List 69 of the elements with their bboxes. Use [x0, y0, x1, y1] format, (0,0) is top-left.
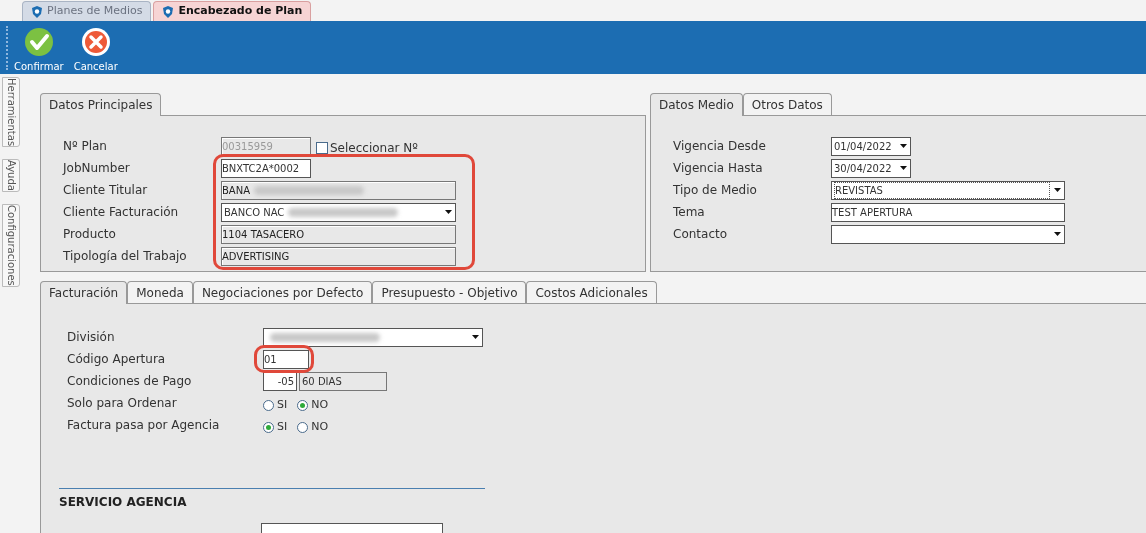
field-value: TEST APERTURA: [832, 205, 913, 220]
field-value: REVISTAS: [835, 183, 883, 198]
field-label: Vigencia Hasta: [673, 160, 764, 177]
dropdown[interactable]: REVISTAS: [831, 180, 1065, 200]
shield-icon: [162, 5, 175, 18]
close-icon: [80, 27, 111, 57]
field-label: Producto: [63, 226, 117, 243]
field-value: BANCO NAC: [224, 205, 285, 220]
tab[interactable]: Datos Principales: [40, 93, 162, 116]
field-label: Condiciones de Pago: [67, 373, 193, 390]
date-dropdown[interactable]: 01/04/2022: [831, 136, 911, 156]
input-field[interactable]: [261, 523, 443, 533]
field-label: División: [67, 329, 116, 346]
field-label: Tipo de Medio: [673, 182, 758, 199]
tab[interactable]: Negociaciones por Defecto: [192, 281, 373, 303]
confirm-button[interactable]: Confirmar: [14, 27, 64, 74]
radio-option[interactable]: SI: [263, 396, 288, 414]
field-value: 01: [264, 352, 277, 367]
field-value: 30/04/2022: [834, 161, 892, 176]
radio-option[interactable]: SI: [263, 418, 288, 436]
field-label: Cliente Titular: [63, 182, 149, 199]
shield-icon: [31, 5, 43, 18]
field-value: 01/04/2022: [834, 139, 892, 154]
field-label: Cliente Facturación: [63, 204, 180, 221]
field-value: ADVERTISING: [222, 249, 290, 264]
side-tab[interactable]: Ayuda: [2, 159, 20, 193]
input-field[interactable]: 01: [263, 349, 309, 369]
radio-option[interactable]: NO: [297, 418, 329, 436]
dropdown-arrow-icon: [899, 144, 907, 148]
field-label: Factura pasa por Agencia: [67, 417, 221, 434]
tab[interactable]: Facturación: [40, 281, 128, 304]
dropdown[interactable]: [831, 224, 1065, 244]
checkbox[interactable]: Seleccionar Nº: [316, 135, 418, 157]
dropdown-arrow-icon: [1053, 232, 1061, 236]
field-label: JobNumber: [63, 160, 131, 177]
radio-option[interactable]: NO: [297, 396, 329, 414]
dropdown[interactable]: BANCO NAC: [221, 202, 456, 222]
field-label: Tema: [673, 204, 706, 221]
field-label: Código Apertura: [67, 351, 167, 368]
field-label: Vigencia Desde: [673, 138, 767, 155]
side-tab[interactable]: Herramientas: [2, 77, 20, 148]
dropdown-arrow-icon: [899, 166, 907, 170]
tab[interactable]: Presupuesto - Objetivo: [372, 281, 527, 303]
field-value: 00315959: [222, 139, 273, 154]
dropdown[interactable]: [263, 327, 483, 347]
tab[interactable]: Moneda: [127, 281, 193, 303]
field-label: Tipología del Trabajo: [63, 248, 188, 265]
input-field[interactable]: BNXTC2A*0002: [221, 158, 311, 178]
field-label: Solo para Ordenar: [67, 395, 178, 412]
cancel-button[interactable]: Cancelar: [73, 27, 118, 74]
tab[interactable]: Costos Adicionales: [526, 281, 657, 303]
field-value: BNXTC2A*0002: [222, 161, 300, 176]
readonly-field: 60 DIAS: [299, 371, 387, 391]
input-field[interactable]: TEST APERTURA: [831, 202, 1065, 222]
dropdown-arrow-icon: [471, 335, 479, 339]
side-tab[interactable]: Configuraciones: [2, 204, 20, 287]
tab[interactable]: Datos Medio: [650, 93, 743, 116]
window-tab[interactable]: Planes de Medios: [22, 1, 152, 21]
checkmark-icon: [23, 27, 54, 57]
field-value: BANA: [222, 183, 251, 198]
section-title: SERVICIO AGENCIA: [59, 495, 187, 509]
date-dropdown[interactable]: 30/04/2022: [831, 158, 911, 178]
window-tab[interactable]: Encabezado de Plan: [153, 1, 312, 21]
tab[interactable]: Otros Datos: [742, 93, 832, 115]
field-label: Nº Plan: [63, 138, 108, 155]
field-value: 1104 TASACERO: [222, 227, 305, 242]
dropdown-arrow-icon: [1053, 188, 1061, 192]
field-label: Contacto: [673, 226, 729, 243]
dropdown-arrow-icon: [444, 210, 452, 214]
